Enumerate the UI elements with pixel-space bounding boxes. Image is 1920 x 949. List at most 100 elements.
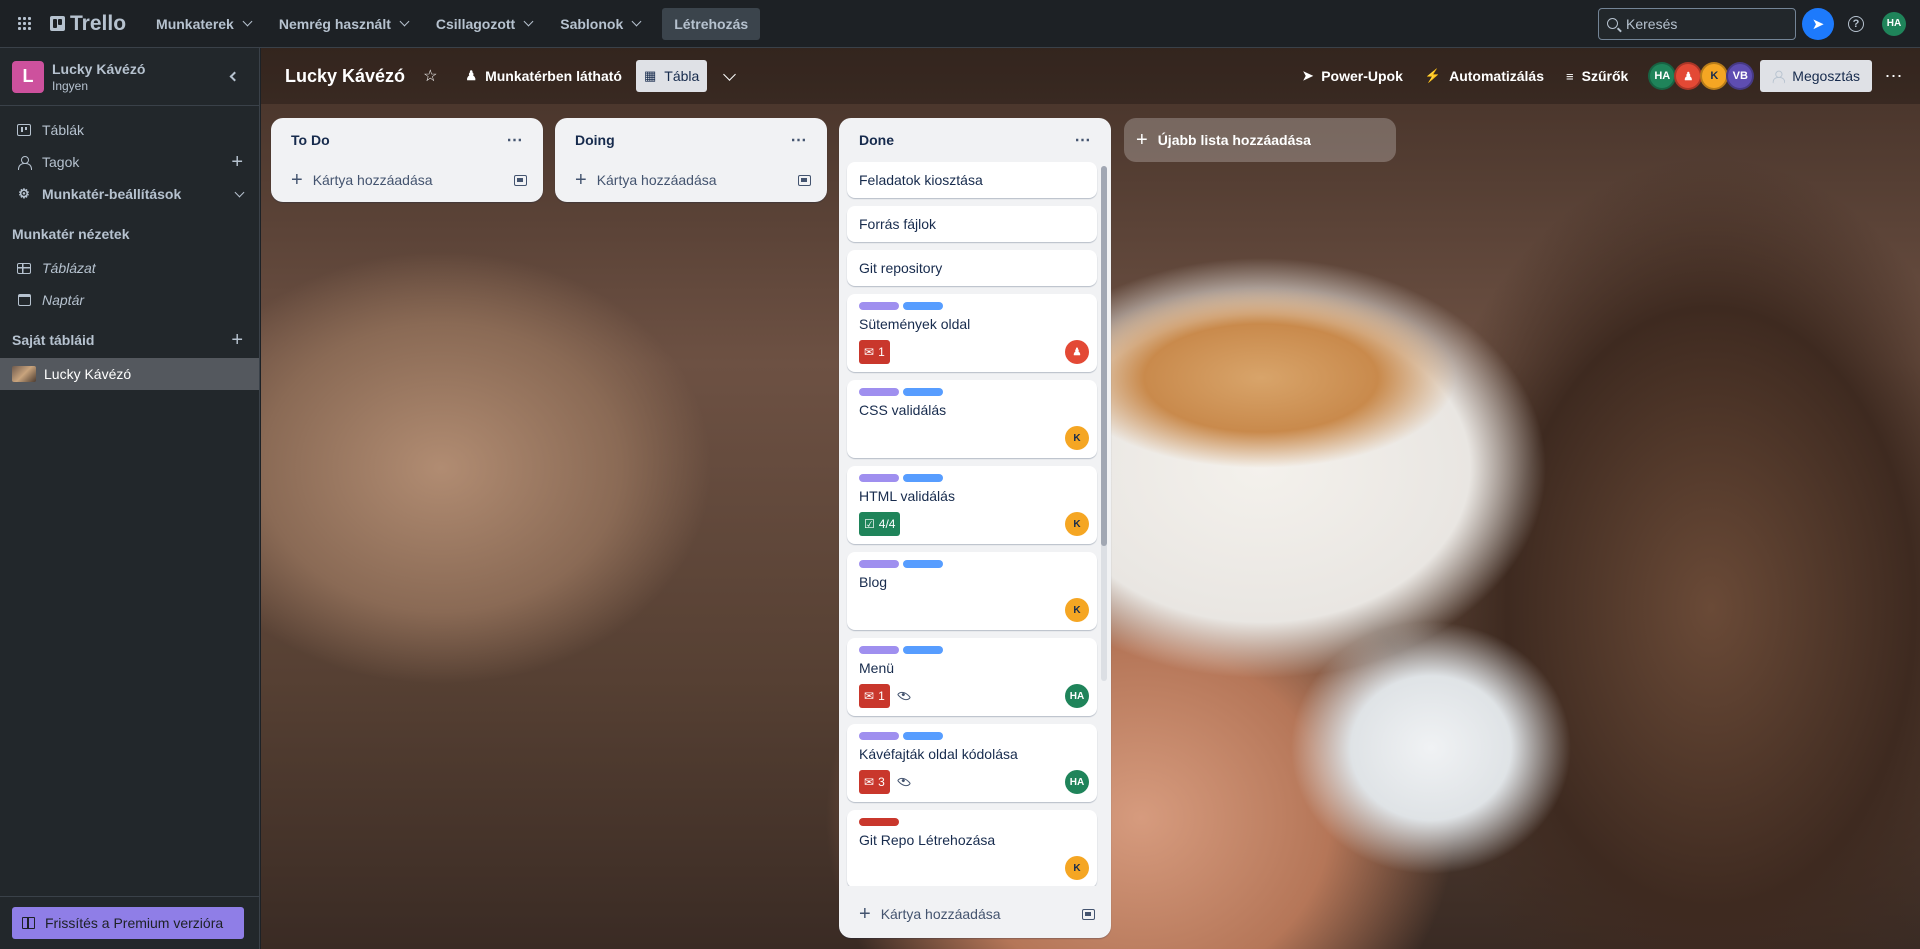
member-avatar-person-icon[interactable]: ♟ — [1674, 62, 1703, 90]
list-menu-icon[interactable]: ⋯ — [1067, 124, 1099, 156]
member-avatar-k[interactable]: K — [1700, 62, 1729, 90]
sidebar-item-label: Táblázat — [42, 260, 96, 276]
label-purple[interactable] — [859, 646, 899, 654]
sidebar-item-boards[interactable]: Táblák — [0, 114, 259, 146]
list-menu-icon[interactable]: ⋯ — [499, 124, 531, 156]
share-person-icon — [1772, 70, 1786, 83]
label-purple[interactable] — [859, 732, 899, 740]
label-blue[interactable] — [903, 560, 943, 568]
card-member-person-icon[interactable]: ♟ — [1065, 340, 1089, 364]
card-title: Kávéfajták oldal kódolása — [859, 746, 1018, 762]
card[interactable]: Git repository — [847, 250, 1097, 286]
filters-button[interactable]: ≡ Szűrők — [1558, 60, 1636, 92]
add-card-button[interactable]: + Kártya hozzáadása — [275, 162, 539, 198]
card[interactable]: Feladatok kiosztása — [847, 162, 1097, 198]
card[interactable]: Kávéfajták oldal kódolása ✉ 3 HA — [847, 724, 1097, 802]
app-switcher-icon[interactable] — [8, 8, 40, 40]
member-avatar-vb[interactable]: VB — [1726, 62, 1755, 90]
label-blue[interactable] — [903, 646, 943, 654]
member-icon — [18, 155, 32, 170]
trello-logo[interactable]: Trello — [44, 8, 132, 40]
pin-icon: ✉ — [864, 775, 875, 789]
card-template-icon[interactable] — [1082, 908, 1095, 920]
sidebar-board-current[interactable]: Lucky Kávézó — [0, 358, 259, 390]
board-title[interactable]: Lucky Kávézó — [285, 66, 405, 87]
nav-menu-recent[interactable]: Nemrég használt — [267, 8, 420, 40]
board-menu-more-icon[interactable]: ⋯ — [1878, 60, 1910, 92]
label-purple[interactable] — [859, 474, 899, 482]
sidebar-item-members[interactable]: Tagok + — [0, 146, 259, 178]
card-labels — [859, 646, 1085, 654]
label-purple[interactable] — [859, 560, 899, 568]
label-blue[interactable] — [903, 388, 943, 396]
sidebar: L Lucky Kávézó Ingyen Táblák Tagok + ⚙ M… — [0, 48, 260, 949]
add-card-button[interactable]: + Kártya hozzáadása — [843, 896, 1107, 932]
add-board-plus-icon[interactable]: + — [231, 329, 247, 352]
chevron-down-icon — [234, 187, 245, 197]
board-icon — [17, 124, 31, 136]
pin-badge: ✉ 1 — [859, 684, 890, 708]
add-member-plus-icon[interactable]: + — [231, 151, 243, 174]
account-avatar[interactable]: HA — [1882, 11, 1906, 36]
card-member-avatar[interactable]: HA — [1065, 770, 1089, 794]
card-template-icon[interactable] — [514, 174, 527, 186]
nav-menu-workspaces[interactable]: Munkaterek — [144, 8, 263, 40]
nav-menu-templates[interactable]: Sablonok — [548, 8, 652, 40]
card[interactable]: Menü ✉ 1 HA — [847, 638, 1097, 716]
list-header[interactable]: Doing ⋯ — [555, 118, 827, 162]
powerups-button[interactable]: ➤ Power-Upok — [1294, 60, 1411, 92]
table-icon — [17, 262, 31, 274]
label-blue[interactable] — [903, 732, 943, 740]
card-member-avatar[interactable]: K — [1065, 512, 1089, 536]
card-member-avatar[interactable]: K — [1065, 598, 1089, 622]
help-button[interactable]: ? — [1840, 8, 1872, 40]
label-purple[interactable] — [859, 302, 899, 310]
card-template-icon[interactable] — [798, 174, 811, 186]
sidebar-item-calendar-view[interactable]: Naptár — [0, 284, 259, 316]
share-button[interactable]: Megosztás — [1760, 60, 1872, 92]
card[interactable]: CSS validálás K — [847, 380, 1097, 458]
add-card-button[interactable]: + Kártya hozzáadása — [559, 162, 823, 198]
views-dropdown-button[interactable] — [713, 60, 745, 92]
label-purple[interactable] — [859, 388, 899, 396]
list-title[interactable]: Done — [859, 132, 894, 148]
list-header[interactable]: Done ⋯ — [839, 118, 1111, 162]
board-view-button[interactable]: ▦ Tábla — [635, 60, 708, 92]
card-title: Sütemények oldal — [859, 316, 971, 332]
list-title[interactable]: To Do — [291, 132, 330, 148]
visibility-button[interactable]: ♟ Munkatérben látható — [457, 60, 630, 92]
label-blue[interactable] — [903, 302, 943, 310]
add-list-button[interactable]: + Újabb lista hozzáadása — [1124, 118, 1396, 162]
checklist-icon: ☑ — [864, 517, 875, 531]
search-box[interactable] — [1598, 7, 1796, 40]
card[interactable]: Git Repo Létrehozása K — [847, 810, 1097, 886]
sidebar-item-settings[interactable]: ⚙ Munkatér-beállítások — [0, 178, 259, 210]
notifications-rocket-icon[interactable]: ➤ — [1802, 7, 1834, 40]
card-member-avatar[interactable]: K — [1065, 426, 1089, 450]
workspace-logo[interactable]: L — [12, 60, 44, 93]
search-input[interactable] — [1626, 15, 1776, 32]
member-avatar-ha[interactable]: HA — [1648, 62, 1677, 90]
automation-button[interactable]: ⚡ Automatizálás — [1417, 60, 1552, 92]
collapse-sidebar-button[interactable] — [219, 63, 247, 91]
star-icon[interactable]: ☆ — [423, 66, 437, 86]
label-blue[interactable] — [903, 474, 943, 482]
card-member-avatar[interactable]: K — [1065, 856, 1089, 880]
create-button[interactable]: Létrehozás — [662, 7, 761, 40]
card[interactable]: Blog K — [847, 552, 1097, 630]
card-member-avatar[interactable]: HA — [1065, 684, 1089, 708]
list-header[interactable]: To Do ⋯ — [271, 118, 543, 162]
add-card-label: Kártya hozzáadása — [596, 172, 717, 188]
list-title[interactable]: Doing — [575, 132, 615, 148]
list-menu-icon[interactable]: ⋯ — [783, 124, 815, 156]
card[interactable]: HTML validálás ☑ 4/4 K — [847, 466, 1097, 544]
label-red[interactable] — [859, 818, 899, 826]
card[interactable]: Sütemények oldal ✉ 1 ♟ — [847, 294, 1097, 372]
card-labels — [859, 732, 1085, 740]
sidebar-item-table-view[interactable]: Táblázat — [0, 252, 259, 284]
board-members: HA ♟ K VB — [1648, 62, 1755, 90]
card-title: Feladatok kiosztása — [859, 172, 983, 188]
nav-menu-starred[interactable]: Csillagozott — [424, 8, 544, 40]
upgrade-premium-button[interactable]: Frissítés a Premium verzióra — [12, 907, 244, 939]
card[interactable]: Forrás fájlok — [847, 206, 1097, 242]
